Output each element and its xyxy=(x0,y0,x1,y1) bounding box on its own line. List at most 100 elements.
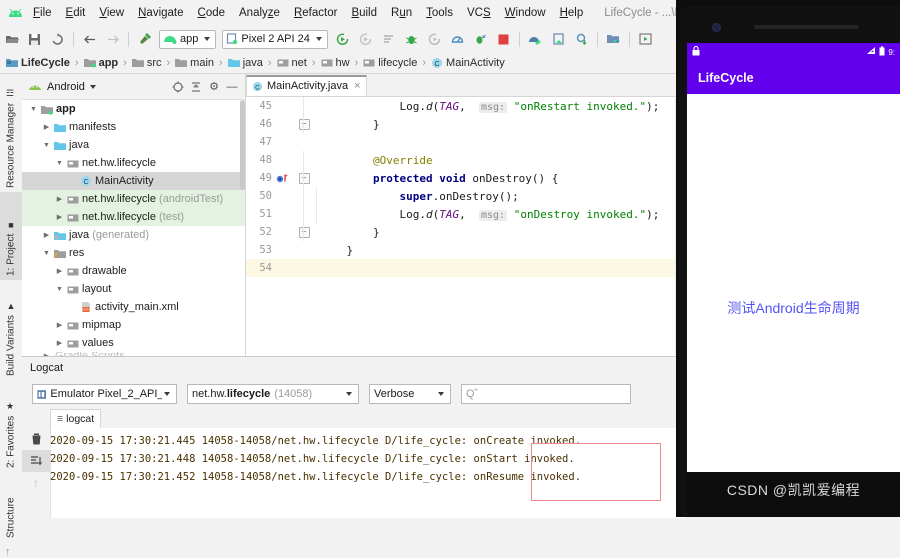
run-coverage-icon[interactable] xyxy=(470,28,491,50)
tree-expander-6[interactable]: ▶ xyxy=(54,213,65,221)
chevron-down-icon-3[interactable] xyxy=(89,84,96,89)
tree-expander-0[interactable]: ▼ xyxy=(28,106,39,113)
tree-item-manifests[interactable]: ▶ manifests xyxy=(22,118,245,136)
breadcrumb-item-mainactivity[interactable]: C MainActivity xyxy=(431,57,505,69)
tree-item-app[interactable]: ▼ app xyxy=(22,100,245,118)
breadcrumb-item-net[interactable]: net xyxy=(277,57,307,69)
logcat-search-input[interactable]: Q˘ xyxy=(461,384,631,404)
tree-item-net-hw-lifecycle[interactable]: ▼ net.hw.lifecycle xyxy=(22,154,245,172)
debug-icon[interactable] xyxy=(401,28,422,50)
tree-item-mainactivity[interactable]: ▶CMainActivity xyxy=(22,172,245,190)
tree-expander-12[interactable]: ▶ xyxy=(54,321,65,329)
tree-item-values[interactable]: ▶ values xyxy=(22,334,245,352)
project-tree[interactable]: ▼ app ▶ manifests ▼ java ▼ net.hw.lifecycle ▶ C Ma… xyxy=(22,100,245,357)
app-content-area[interactable]: 测试Android生命周期 xyxy=(687,94,900,472)
layout-inspector-icon[interactable] xyxy=(635,28,656,50)
tree-item-activity-main-xml[interactable]: ▶<>activity_main.xml xyxy=(22,298,245,316)
breakpoint-marker-icon[interactable] xyxy=(276,173,290,184)
breadcrumb-item-main[interactable]: main xyxy=(175,57,214,69)
sidebar-item-resource-manager[interactable]: Resource Manager ☲ xyxy=(0,74,22,192)
chevron-down-icon[interactable] xyxy=(204,37,211,41)
menu-navigate[interactable]: Navigate xyxy=(131,0,190,26)
sync-gradle-icon[interactable] xyxy=(571,28,592,50)
back-arrow-icon[interactable] xyxy=(79,28,100,50)
breadcrumb-item-src[interactable]: src xyxy=(131,57,162,69)
breadcrumb-item-hw[interactable]: hw xyxy=(321,57,350,69)
settings-gear-icon[interactable]: ⚙ xyxy=(205,78,223,96)
run-icon[interactable] xyxy=(332,28,353,50)
breadcrumb-item-java[interactable]: java xyxy=(227,57,263,69)
menu-tools[interactable]: Tools xyxy=(419,0,460,26)
tab-mainactivity-java[interactable]: C MainActivity.java × xyxy=(246,75,367,96)
device-selector[interactable]: Pixel 2 API 24 xyxy=(222,29,328,49)
avd-manager-icon[interactable] xyxy=(548,28,569,50)
breadcrumb-item-lifecycle[interactable]: LifeCycle xyxy=(6,57,70,69)
logcat-process-selector[interactable]: net.hw. lifecycle (14058) xyxy=(187,384,359,404)
chevron-down-icon-5[interactable] xyxy=(346,392,352,396)
tree-expander-10[interactable]: ▼ xyxy=(54,286,65,293)
breadcrumb-item-app[interactable]: app xyxy=(83,57,118,69)
tree-expander-7[interactable]: ▶ xyxy=(41,231,52,239)
code-fold-toggle[interactable]: − xyxy=(298,172,310,184)
menu-vcs[interactable]: VCS xyxy=(460,0,498,26)
collapse-all-icon[interactable] xyxy=(187,78,205,96)
logcat-device-selector[interactable]: Emulator Pixel_2_API_24 ⁄ xyxy=(32,384,177,404)
sync-project-icon[interactable] xyxy=(47,28,68,50)
sidebar-item-build-variants[interactable]: Build Variants ▲ xyxy=(0,280,22,380)
menu-edit[interactable]: Edit xyxy=(59,0,93,26)
sdk-manager-icon[interactable] xyxy=(525,28,546,50)
code-fold-toggle[interactable]: − xyxy=(298,118,310,130)
menu-view[interactable]: View xyxy=(92,0,131,26)
tree-expander-1[interactable]: ▶ xyxy=(41,123,52,131)
tree-item-java[interactable]: ▼ java xyxy=(22,136,245,154)
menu-window[interactable]: Window xyxy=(498,0,553,26)
logcat-level-selector[interactable]: Verbose xyxy=(369,384,451,404)
close-icon[interactable]: × xyxy=(354,80,360,92)
locate-icon[interactable] xyxy=(169,78,187,96)
profiler-icon[interactable] xyxy=(447,28,468,50)
breadcrumb-item-lifecycle-pkg[interactable]: lifecycle xyxy=(363,57,417,69)
tree-item-net-hw-lifecycle[interactable]: ▶ net.hw.lifecycle (androidTest) xyxy=(22,190,245,208)
save-all-icon[interactable] xyxy=(24,28,45,50)
tree-item-drawable[interactable]: ▶ drawable xyxy=(22,262,245,280)
menu-file[interactable]: File xyxy=(26,0,59,26)
menu-build[interactable]: Build xyxy=(344,0,384,26)
chevron-down-icon-2[interactable] xyxy=(315,37,322,41)
project-view-selector[interactable]: Android xyxy=(47,81,85,93)
menu-code[interactable]: Code xyxy=(191,0,233,26)
tree-item-mipmap[interactable]: ▶ mipmap xyxy=(22,316,245,334)
logcat-output[interactable]: ↑ 2020-09-15 17:30:21.445 14058-14058/ne… xyxy=(22,428,685,518)
menu-run[interactable]: Run xyxy=(384,0,419,26)
sidebar-item-favorites[interactable]: 2: Favorites ★ xyxy=(0,380,22,472)
scroll-to-end-icon[interactable] xyxy=(22,450,50,472)
chevron-down-icon-4[interactable] xyxy=(164,392,170,396)
menu-help[interactable]: Help xyxy=(553,0,591,26)
tree-expander-9[interactable]: ▶ xyxy=(54,267,65,275)
hide-icon[interactable]: — xyxy=(223,78,241,96)
code-area[interactable]: 45 Log.d(TAG, msg: "onRestart invoked.")… xyxy=(246,97,685,357)
tab-logcat[interactable]: ≡ logcat xyxy=(50,408,102,429)
sidebar-item-structure[interactable]: Structure xyxy=(0,472,22,542)
up-arrow-icon[interactable]: ↑ xyxy=(22,472,50,494)
menu-analyze[interactable]: Analyze xyxy=(232,0,287,26)
menu-refactor[interactable]: Refactor xyxy=(287,0,344,26)
open-folder-icon[interactable] xyxy=(1,28,22,50)
chevron-down-icon-6[interactable] xyxy=(438,392,444,396)
tree-expander-8[interactable]: ▼ xyxy=(41,250,52,257)
code-fold-toggle[interactable]: − xyxy=(298,226,310,238)
tree-item-net-hw-lifecycle[interactable]: ▶ net.hw.lifecycle (test) xyxy=(22,208,245,226)
run-configuration-selector[interactable]: app xyxy=(159,29,217,49)
project-structure-icon[interactable] xyxy=(603,28,624,50)
project-scrollbar[interactable] xyxy=(240,100,245,190)
tree-item-layout[interactable]: ▼ layout xyxy=(22,280,245,298)
tree-item-res[interactable]: ▼ res xyxy=(22,244,245,262)
clear-logcat-icon[interactable] xyxy=(22,428,50,450)
stop-icon[interactable] xyxy=(493,28,514,50)
build-hammer-icon[interactable] xyxy=(134,28,155,50)
tree-item-java[interactable]: ▶ java (generated) xyxy=(22,226,245,244)
emulator-screen[interactable]: 9: LifeCycle 测试Android生命周期 xyxy=(687,43,900,472)
up-arrow-rail-icon[interactable]: ↑ xyxy=(5,546,11,558)
sidebar-item-project[interactable]: 1: Project ■ xyxy=(0,192,22,280)
tree-expander-5[interactable]: ▶ xyxy=(54,195,65,203)
tree-expander-13[interactable]: ▶ xyxy=(54,339,65,347)
